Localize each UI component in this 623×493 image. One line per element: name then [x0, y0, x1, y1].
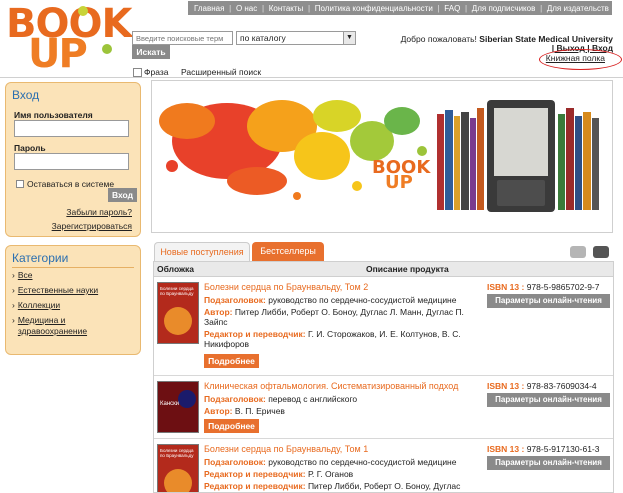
table-row: Болезни сердца по Браунвальду Болезни се…	[154, 278, 613, 376]
product-isbn: ISBN 13 : 978-5-917130-61-3	[487, 444, 600, 454]
cover-art	[178, 390, 196, 408]
nav-home[interactable]: Главная	[194, 4, 224, 13]
table-row: Болезни сердца по Браунвальду Болезни се…	[154, 440, 613, 492]
category-item-medicine[interactable]: › Медицина и здравоохранение	[12, 315, 134, 337]
table-header: Обложка Описание продукта	[154, 262, 613, 277]
cover-title: Болезни сердца по Браунвальду	[160, 448, 194, 458]
online-reading-button[interactable]: Параметры онлайн-чтения	[487, 294, 610, 308]
online-reading-button[interactable]: Параметры онлайн-чтения	[487, 393, 610, 407]
advanced-search-link[interactable]: Расширенный поиск	[181, 67, 261, 77]
logo-paint-dot	[102, 44, 112, 54]
category-item-collections[interactable]: › Коллекции	[12, 300, 134, 311]
online-reading-button[interactable]: Параметры онлайн-чтения	[487, 456, 610, 470]
divider	[12, 267, 134, 268]
phrase-checkbox[interactable]: Фраза	[133, 67, 168, 77]
highlight-oval	[539, 49, 622, 70]
header-divider	[0, 77, 623, 78]
password-label: Пароль	[14, 143, 46, 153]
cover-title: Кански	[160, 401, 180, 407]
book-cover[interactable]: Болезни сердца по Браунвальду	[157, 282, 199, 344]
password-input[interactable]	[14, 153, 129, 170]
book-cover[interactable]: Кански	[157, 381, 199, 433]
nav-subscribers[interactable]: Для подписчиков	[472, 4, 536, 13]
phrase-label: Фраза	[144, 67, 169, 77]
col-cover: Обложка	[157, 264, 195, 274]
product-editor: Редактор и переводчик: Р. Г. Оганов	[204, 469, 354, 479]
checkbox-icon	[16, 180, 24, 188]
promo-banner[interactable]: BOOK UP	[157, 86, 606, 226]
tab-bestsellers[interactable]: Бестселлеры	[252, 242, 324, 261]
product-subtitle: Подзаголовок: руководство по сердечно-со…	[204, 295, 457, 305]
product-editor: Редактор и переводчик: Г. И. Сторожаков,…	[204, 329, 461, 349]
product-isbn: ISBN 13 : 978-83-7609034-4	[487, 381, 597, 391]
search-input[interactable]	[132, 31, 233, 45]
chevron-down-icon: ▼	[343, 32, 355, 44]
nav-faq[interactable]: FAQ	[444, 4, 460, 13]
remember-me-checkbox[interactable]: Оставаться в системе	[16, 179, 114, 189]
search-scope-value: по каталогу	[240, 33, 286, 43]
cover-art	[164, 469, 192, 492]
username-label: Имя пользователя	[14, 110, 93, 120]
login-button[interactable]: Вход	[108, 188, 137, 202]
forgot-password-link[interactable]: Забыли пароль?	[66, 207, 132, 217]
register-link[interactable]: Зарегистрироваться	[52, 221, 132, 231]
category-list: › Все › Естественные науки › Коллекции › Мед…	[6, 270, 140, 337]
product-subtitle: Подзаголовок: руководство по сердечно-со…	[204, 457, 457, 467]
list-view-icon[interactable]	[593, 246, 609, 258]
svg-text:UP: UP	[385, 172, 413, 193]
login-panel: Вход Имя пользователя Пароль Оставаться …	[5, 82, 141, 237]
book-cover[interactable]: Болезни сердца по Браунвальду	[157, 444, 199, 492]
col-description: Описание продукта	[366, 264, 449, 274]
remember-me-label: Оставаться в системе	[27, 179, 115, 189]
product-subtitle: Подзаголовок: перевод с английского	[204, 394, 358, 404]
product-title[interactable]: Болезни сердца по Браунвальду, Том 2	[204, 282, 368, 292]
product-title[interactable]: Болезни сердца по Браунвальду, Том 1	[204, 444, 368, 454]
category-item-all[interactable]: › Все	[12, 270, 134, 281]
username-input[interactable]	[14, 120, 129, 137]
nav-publishers[interactable]: Для издательств	[547, 4, 609, 13]
table-row: Кански Клиническая офтальмология. Систем…	[154, 377, 613, 439]
search-scope-select[interactable]: по каталогу ▼	[236, 31, 356, 45]
nav-about[interactable]: О нас	[236, 4, 257, 13]
nav-contacts[interactable]: Контакты	[269, 4, 304, 13]
bookup-logo[interactable]: BOOK UP	[6, 4, 132, 78]
logo-paint-dot	[78, 6, 88, 16]
product-author: Автор: В. П. Еричев	[204, 406, 285, 416]
cover-art	[164, 307, 192, 335]
checkbox-icon	[133, 67, 142, 77]
product-author: Автор: Питер Либби, Роберт О. Боноу, Дуг…	[204, 307, 464, 327]
logo-line-2: UP	[28, 31, 88, 77]
product-title[interactable]: Клиническая офтальмология. Систематизиро…	[204, 381, 458, 391]
category-item-natural-sciences[interactable]: › Естественные науки	[12, 285, 134, 296]
grid-view-icon[interactable]	[570, 246, 586, 258]
top-navigation: Главная | О нас | Контакты | Политика конфи…	[188, 1, 612, 15]
cover-title: Болезни сердца по Браунвальду	[160, 286, 194, 296]
welcome-label: Добро пожаловать!	[400, 34, 477, 44]
product-isbn: ISBN 13 : 978-5-9865702-9-7	[487, 282, 600, 292]
product-table: Обложка Описание продукта Болезни сердца…	[153, 261, 614, 493]
tab-new-arrivals[interactable]: Новые поступления	[154, 242, 250, 261]
login-title: Вход	[12, 88, 40, 102]
categories-panel: Категории › Все › Естественные науки › Колл…	[5, 245, 141, 355]
details-button[interactable]: Подробнее	[204, 419, 259, 433]
categories-title: Категории	[12, 251, 69, 265]
search-button[interactable]: Искать	[132, 45, 170, 59]
nav-privacy[interactable]: Политика конфиденциальности	[315, 4, 433, 13]
product-editor: Редактор и переводчик: Питер Либби, Робе…	[204, 481, 461, 491]
details-button[interactable]: Подробнее	[204, 354, 259, 368]
